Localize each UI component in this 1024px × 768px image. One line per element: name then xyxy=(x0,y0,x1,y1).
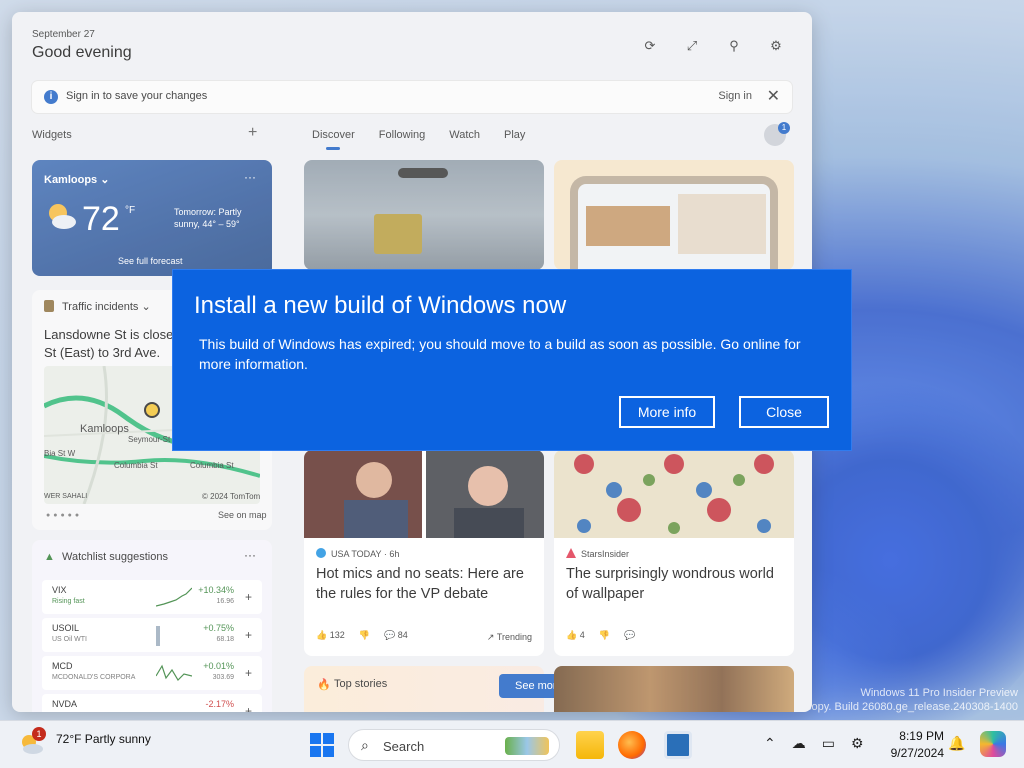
taskbar-weather[interactable]: 1 72°F Partly sunny xyxy=(18,727,168,761)
firefox-icon[interactable] xyxy=(618,731,646,759)
display-icon[interactable]: ▭ xyxy=(822,735,835,752)
expired-build-dialog: Install a new build of Windows now This … xyxy=(172,269,852,451)
notification-badge: 1 xyxy=(32,727,46,741)
search-icon: ⌕ xyxy=(361,737,369,753)
taskbar-clock[interactable]: 8:19 PM 9/27/2024 xyxy=(884,728,944,762)
taskbar-search[interactable]: ⌕ Search xyxy=(348,729,560,761)
system-tray: ⌃ ☁ ▭ ⚙ xyxy=(764,735,864,752)
clock-time: 8:19 PM xyxy=(899,729,944,743)
clock-date: 9/27/2024 xyxy=(890,746,944,760)
copilot-icon[interactable] xyxy=(980,731,1006,757)
taskbar: 1 72°F Partly sunny ⌕ Search ⌃ ☁ ▭ ⚙ 8:1… xyxy=(0,720,1024,768)
search-placeholder: Search xyxy=(383,739,425,754)
network-off-icon[interactable]: ☁ xyxy=(792,735,806,752)
bell-icon[interactable]: 🔔 xyxy=(948,735,965,752)
windows-start-icon[interactable] xyxy=(310,733,334,757)
dialog-body: This build of Windows has expired; you s… xyxy=(199,336,801,372)
dialog-title: Install a new build of Windows now xyxy=(194,292,567,319)
more-info-button[interactable]: More info xyxy=(619,396,715,428)
accessibility-icon[interactable]: ⚙ xyxy=(851,735,864,752)
close-button[interactable]: Close xyxy=(739,396,829,428)
taskbar-weather-text: 72°F Partly sunny xyxy=(56,732,151,746)
chevron-up-icon[interactable]: ⌃ xyxy=(764,735,776,752)
search-highlight-icon xyxy=(505,737,549,755)
file-explorer-icon[interactable] xyxy=(576,731,604,759)
app-window-icon[interactable] xyxy=(664,731,692,759)
